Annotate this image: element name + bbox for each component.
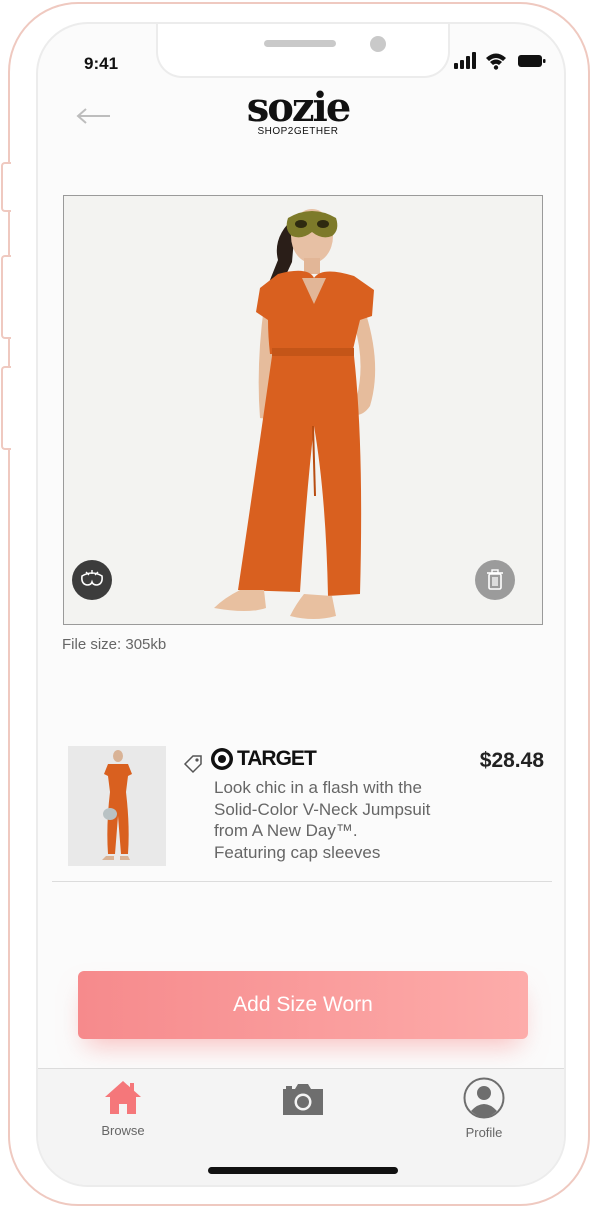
- front-camera: [370, 36, 386, 52]
- tab-profile[interactable]: Profile: [439, 1077, 529, 1140]
- jumpsuit-model-photo: [64, 196, 542, 624]
- signal-icon: [454, 52, 476, 69]
- wifi-icon: [486, 53, 506, 70]
- product-price: $28.48: [479, 749, 544, 772]
- home-icon: [105, 1081, 141, 1114]
- tab-bar: Browse Profile: [38, 1068, 564, 1185]
- camera-icon: [283, 1084, 323, 1115]
- sozie-logo: sozie SHOP2GETHER: [243, 84, 353, 138]
- description-line: Solid-Color V-Neck Jumpsuit: [214, 799, 431, 819]
- mask-icon: [81, 570, 103, 586]
- tab-browse[interactable]: Browse: [78, 1077, 168, 1138]
- file-size-text: File size: 305kb: [62, 636, 167, 653]
- add-size-worn-button[interactable]: Add Size Worn: [78, 971, 528, 1039]
- product-description: Look chic in a flash with the Solid-Colo…: [214, 777, 474, 863]
- description-line: Look chic in a flash with the: [214, 778, 422, 797]
- tab-browse-label: Browse: [101, 1123, 145, 1138]
- speaker: [264, 40, 336, 47]
- status-time: 9:41: [84, 54, 119, 73]
- brand-name: TARGET: [237, 747, 317, 770]
- product-row[interactable]: TARGET $28.48 Look chic in a flash with …: [52, 737, 552, 882]
- home-indicator: [208, 1167, 398, 1174]
- target-logo-icon: [211, 748, 233, 770]
- delete-photo-button[interactable]: [475, 560, 515, 600]
- price-tag-icon: [183, 755, 202, 774]
- profile-icon: [463, 1077, 505, 1119]
- tab-camera[interactable]: [258, 1077, 348, 1121]
- screen: 9:41 sozie SHOP2GETHER File size: 305kb …: [36, 22, 566, 1187]
- description-line: from A New Day™.: [214, 821, 358, 840]
- side-button-volume-up: [1, 255, 11, 339]
- logo-main-text: sozie: [246, 84, 352, 131]
- description-line: Featuring cap sleeves: [214, 842, 381, 862]
- battery-icon: [518, 55, 546, 67]
- notch: [156, 24, 450, 78]
- uploaded-photo: [63, 195, 543, 625]
- side-button-volume-down: [1, 366, 11, 450]
- side-button-mute: [1, 162, 11, 212]
- status-icons: [454, 52, 546, 70]
- mask-button[interactable]: [72, 560, 112, 600]
- brand-logo: TARGET: [210, 747, 317, 771]
- trash-icon: [487, 569, 503, 590]
- back-arrow-icon[interactable]: [76, 106, 112, 126]
- tab-profile-label: Profile: [465, 1125, 503, 1140]
- logo-sub-text: SHOP2GETHER: [257, 126, 339, 137]
- product-thumbnail: [68, 746, 166, 866]
